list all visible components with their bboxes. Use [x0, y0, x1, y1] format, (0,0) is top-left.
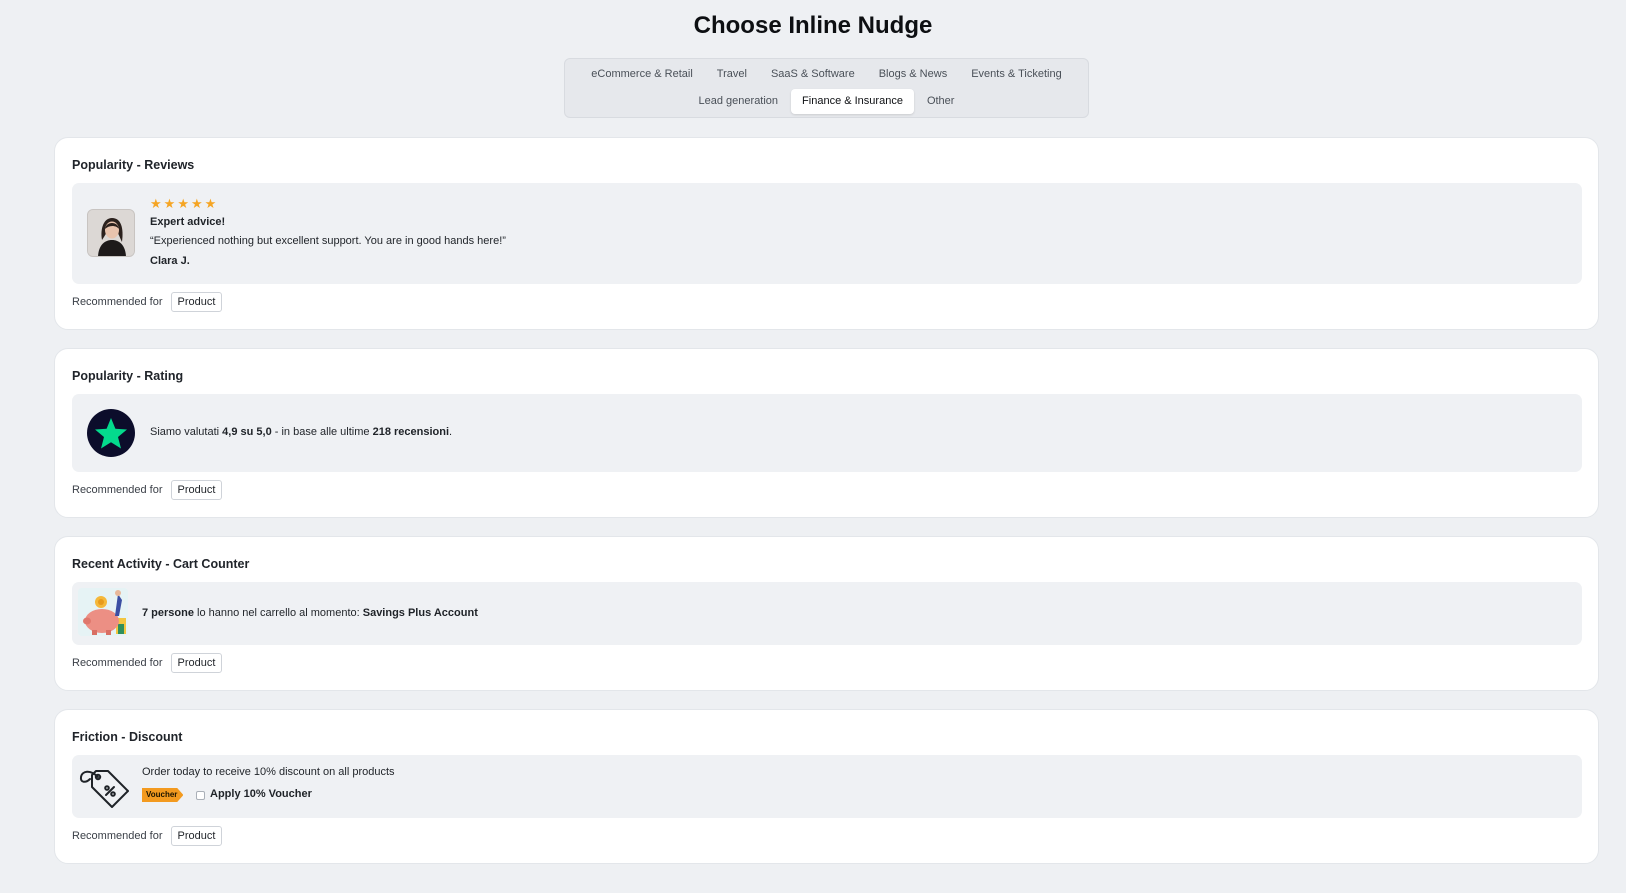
recommended-tag: Product [170, 826, 223, 846]
card-title: Popularity - Rating [72, 369, 184, 383]
rating-score: 4,9 su 5,0 [222, 426, 272, 438]
recommended-for: Recommended for Product [72, 826, 223, 846]
discount-tag-icon [78, 763, 130, 811]
page-title: Choose Inline Nudge [693, 12, 933, 39]
star-icon: ★ [177, 196, 189, 211]
review-author: Clara J. [150, 255, 190, 267]
piggy-bank-icon [78, 588, 128, 636]
tab-row-1: eCommerce & Retail Travel SaaS & Softwar… [580, 62, 1072, 87]
card-title: Popularity - Reviews [72, 158, 195, 172]
recommended-for: Recommended for Product [72, 653, 223, 673]
tab-saas-software[interactable]: SaaS & Software [760, 62, 866, 87]
recommended-tag: Product [170, 653, 223, 673]
voucher-badge: Voucher [142, 788, 184, 802]
recommended-label: Recommended for [72, 484, 163, 496]
rating-text-mid: - in base alle ultime [271, 426, 373, 438]
recommended-tag: Product [170, 480, 223, 500]
star-icon: ★ [150, 196, 162, 211]
rating-stars: ★ ★ ★ ★ ★ [150, 197, 216, 210]
card-title: Recent Activity - Cart Counter [72, 557, 250, 571]
review-preview: ★ ★ ★ ★ ★ Expert advice! “Experienced no… [72, 183, 1582, 284]
star-icon: ★ [204, 196, 217, 211]
tab-row-2: Lead generation Finance & Insurance Othe… [688, 89, 966, 114]
cart-product: Savings Plus Account [362, 607, 478, 619]
cart-preview: 7 persone lo hanno nel carrello al momen… [72, 582, 1582, 645]
discount-text: Order today to receive 10% discount on a… [142, 766, 395, 778]
trustpilot-star-icon [87, 409, 135, 457]
recommended-label: Recommended for [72, 296, 163, 308]
cart-count: 7 persone [142, 607, 194, 619]
tab-blogs-news[interactable]: Blogs & News [868, 62, 958, 87]
recommended-for: Recommended for Product [72, 292, 223, 312]
tab-events-ticketing[interactable]: Events & Ticketing [960, 62, 1073, 87]
rating-text: Siamo valutati 4,9 su 5,0 - in base alle… [150, 426, 452, 438]
apply-voucher-label[interactable]: Apply 10% Voucher [210, 788, 312, 800]
tab-finance-insurance[interactable]: Finance & Insurance [791, 89, 914, 114]
apply-voucher-checkbox[interactable] [196, 791, 205, 800]
review-quote: “Experienced nothing but excellent suppo… [150, 235, 506, 247]
cart-text-mid: lo hanno nel carrello al momento: [193, 607, 363, 619]
card-title: Friction - Discount [72, 730, 183, 744]
recommended-label: Recommended for [72, 657, 163, 669]
tab-other[interactable]: Other [916, 89, 966, 114]
discount-preview: Order today to receive 10% discount on a… [72, 755, 1582, 818]
rating-count: 218 recensioni [372, 426, 450, 438]
cart-text: 7 persone lo hanno nel carrello al momen… [142, 607, 478, 619]
star-icon: ★ [190, 196, 203, 211]
recommended-for: Recommended for Product [72, 480, 223, 500]
nudge-card-discount[interactable]: Friction - Discount Order today to recei… [54, 709, 1599, 864]
nudge-card-reviews[interactable]: Popularity - Reviews ★ ★ ★ ★ ★ Expert ad… [54, 137, 1599, 330]
nudge-card-cart-counter[interactable]: Recent Activity - Cart Counter 7 persone… [54, 536, 1599, 691]
recommended-label: Recommended for [72, 830, 163, 842]
nudge-card-rating[interactable]: Popularity - Rating Siamo valutati 4,9 s… [54, 348, 1599, 518]
review-headline: Expert advice! [150, 216, 226, 228]
reviewer-avatar [87, 209, 135, 257]
recommended-tag: Product [170, 292, 223, 312]
rating-text-prefix: Siamo valutati [150, 426, 223, 438]
rating-preview: Siamo valutati 4,9 su 5,0 - in base alle… [72, 394, 1582, 472]
category-tabs: eCommerce & Retail Travel SaaS & Softwar… [564, 58, 1089, 118]
tab-ecommerce-retail[interactable]: eCommerce & Retail [580, 62, 703, 87]
star-icon: ★ [163, 196, 176, 211]
tab-lead-generation[interactable]: Lead generation [688, 89, 790, 114]
rating-text-suffix: . [449, 426, 453, 438]
tab-travel[interactable]: Travel [706, 62, 758, 87]
